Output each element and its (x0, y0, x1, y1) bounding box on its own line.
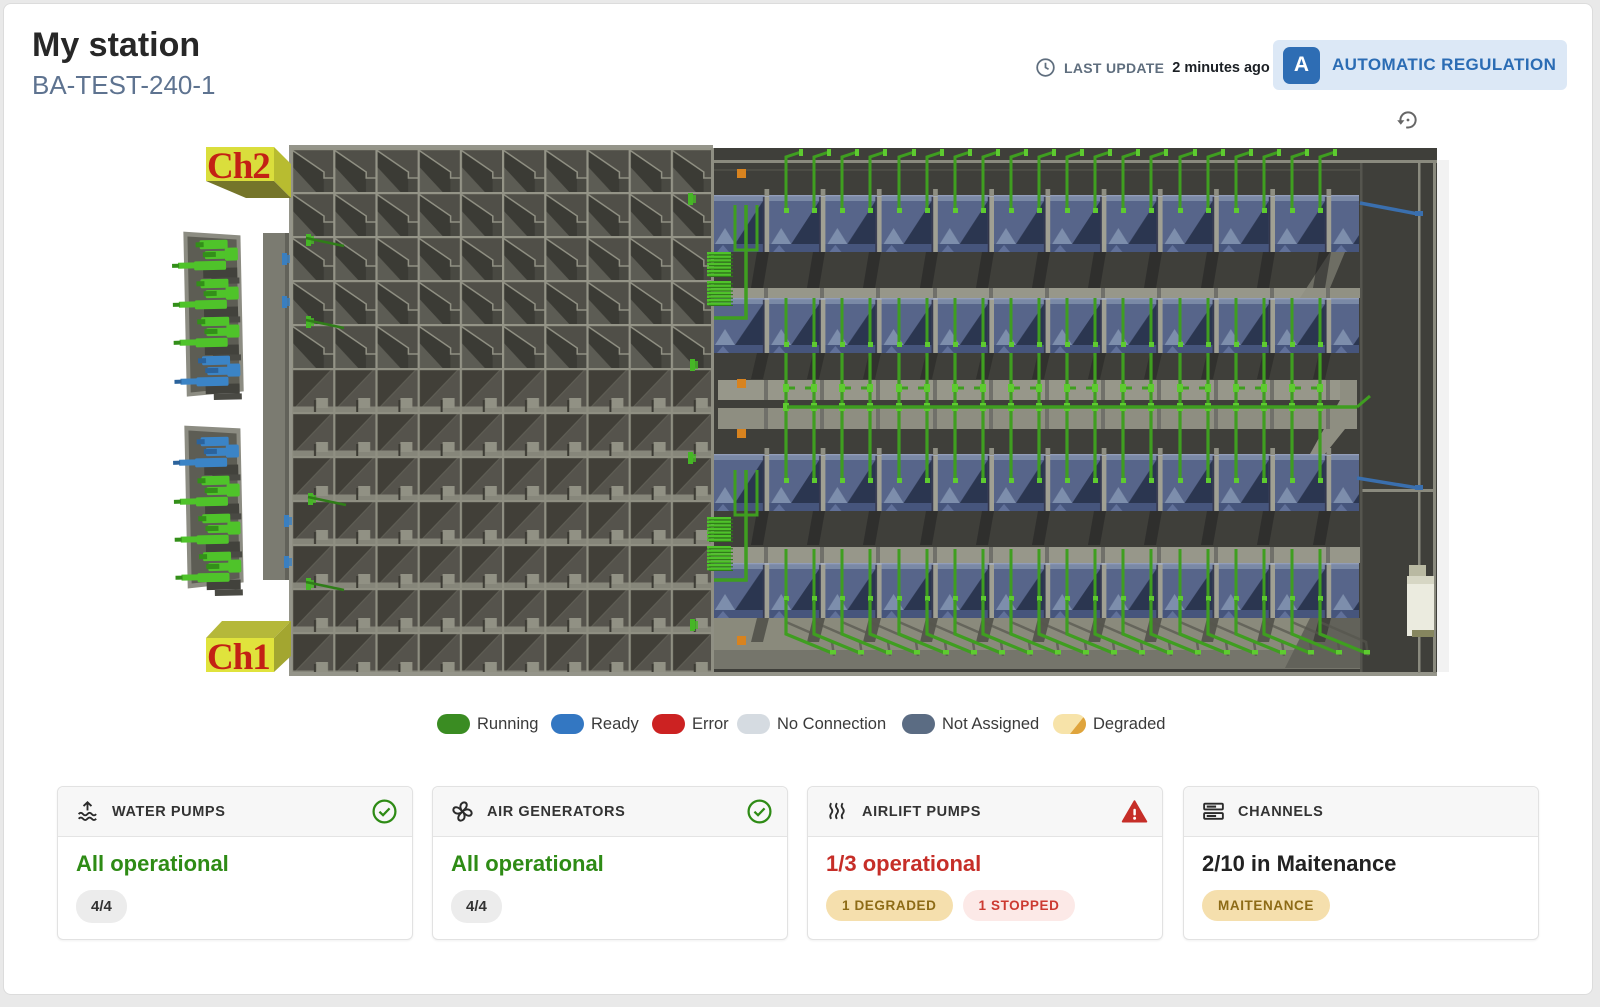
svg-text:Ch2: Ch2 (207, 146, 270, 187)
svg-text:Ch1: Ch1 (207, 637, 270, 678)
